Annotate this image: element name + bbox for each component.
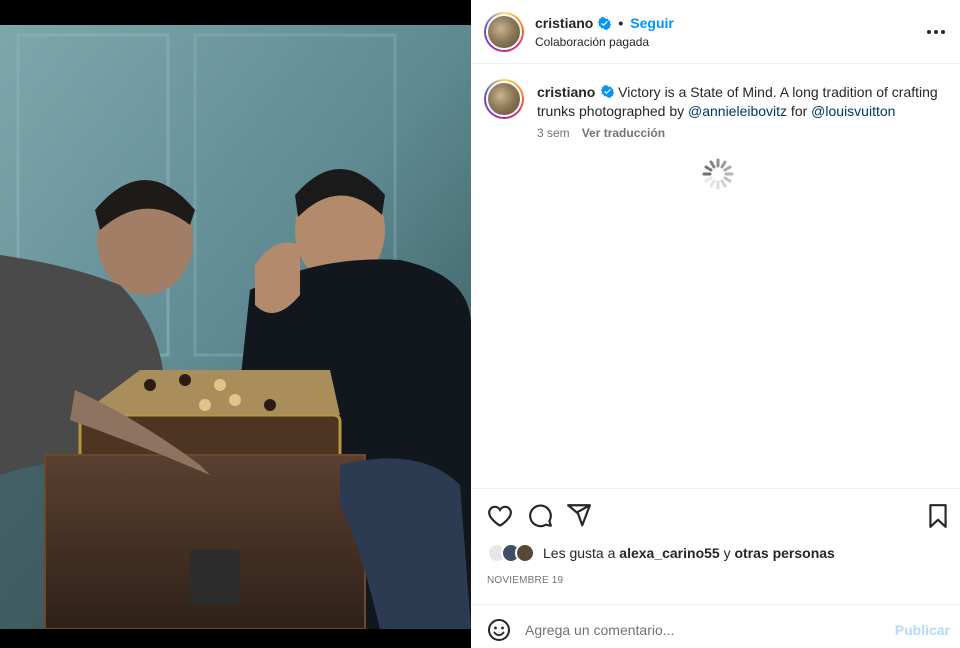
liker-username[interactable]: alexa_carino55 xyxy=(619,545,719,561)
post-sidebar: cristiano • Seguir Colaboración pagada c… xyxy=(471,0,960,648)
avatar[interactable] xyxy=(484,12,524,52)
caption-join: for xyxy=(787,103,812,119)
action-bar xyxy=(471,488,960,540)
likes-prefix: Les gusta a xyxy=(543,545,620,561)
caption-text: cristiano Victory is a State of Mind. A … xyxy=(537,83,947,121)
heart-icon[interactable] xyxy=(487,503,513,529)
chess-photo-illustration xyxy=(0,25,471,629)
paid-partnership-label[interactable]: Colaboración pagada xyxy=(535,35,649,49)
bookmark-icon[interactable] xyxy=(925,503,951,529)
more-options-icon[interactable] xyxy=(926,22,946,42)
likes-join: y xyxy=(719,545,735,561)
post-photo[interactable] xyxy=(0,25,471,629)
post-media[interactable] xyxy=(0,0,471,648)
header-user-row: cristiano • Seguir xyxy=(535,15,674,31)
mention-annieleibovitz[interactable]: @annieleibovitz xyxy=(688,103,787,119)
liker-avatars[interactable] xyxy=(487,543,539,563)
likes-row: Les gusta a alexa_carino55 y otras perso… xyxy=(487,543,835,563)
see-translation-button[interactable]: Ver traducción xyxy=(582,126,665,140)
post-view: cristiano • Seguir Colaboración pagada c… xyxy=(0,0,960,648)
verified-icon xyxy=(598,16,612,30)
follow-button[interactable]: Seguir xyxy=(630,15,674,31)
liker-avatar xyxy=(515,543,535,563)
time-ago[interactable]: 3 sem xyxy=(537,126,570,140)
post-date[interactable]: NOVIEMBRE 19 xyxy=(487,575,563,586)
comment-input[interactable] xyxy=(525,617,885,643)
caption-area: cristiano Victory is a State of Mind. A … xyxy=(471,65,960,488)
username-link[interactable]: cristiano xyxy=(535,15,593,31)
other-likers-link[interactable]: otras personas xyxy=(734,545,834,561)
caption-meta: 3 sem Ver traducción xyxy=(537,126,665,140)
verified-icon xyxy=(601,85,615,98)
mention-louisvuitton[interactable]: @louisvuitton xyxy=(811,103,895,119)
emoji-icon[interactable] xyxy=(487,618,511,642)
likes-text: Les gusta a alexa_carino55 y otras perso… xyxy=(543,545,835,561)
comment-icon[interactable] xyxy=(527,503,553,529)
caption-username[interactable]: cristiano xyxy=(537,84,595,100)
caption-avatar[interactable] xyxy=(484,79,524,119)
loading-spinner-icon xyxy=(702,158,734,190)
separator-dot: • xyxy=(618,15,624,31)
share-icon[interactable] xyxy=(566,502,592,528)
comment-bar: Publicar xyxy=(471,604,960,648)
post-header: cristiano • Seguir Colaboración pagada xyxy=(471,0,960,64)
publish-button[interactable]: Publicar xyxy=(895,622,950,638)
